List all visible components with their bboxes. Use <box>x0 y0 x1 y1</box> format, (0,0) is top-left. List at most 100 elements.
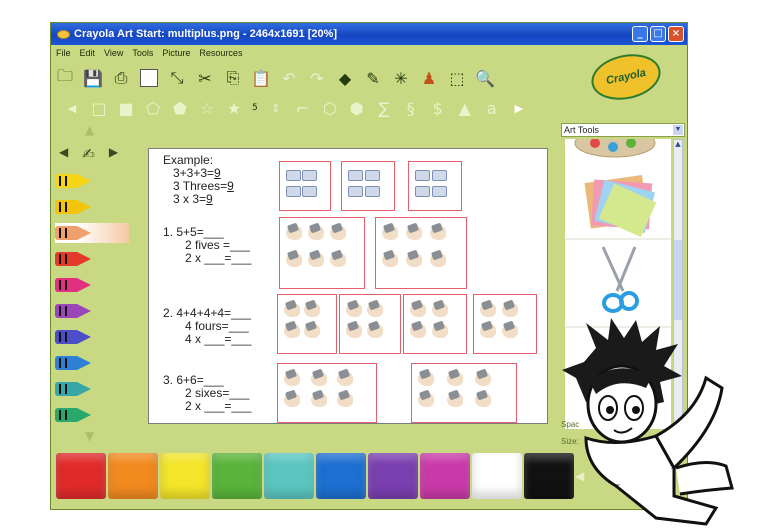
hand-mouse-clipart <box>430 253 446 267</box>
undo-icon[interactable]: ↶ <box>279 68 299 88</box>
question-1-block: 1. 5+5=___ 2 fives =___ 2 x ___=___ <box>163 226 251 265</box>
hand-mouse-clipart <box>304 303 320 317</box>
tool-next-icon[interactable]: ▶ <box>109 145 118 163</box>
example-answer-2: 9 <box>227 179 234 193</box>
palette-swatch-3[interactable] <box>160 453 210 499</box>
hand-mouse-clipart <box>432 324 448 338</box>
crayon-10[interactable] <box>55 405 129 425</box>
print-icon[interactable]: ⎙ <box>111 68 131 88</box>
tool-prev-icon[interactable]: ◀ <box>59 145 68 163</box>
minimize-button[interactable]: _ <box>632 26 648 42</box>
shapes-prev-icon[interactable]: ◀ <box>63 102 81 115</box>
picture-card <box>341 161 395 211</box>
save-icon[interactable]: 💾 <box>83 68 103 88</box>
star-filled-icon[interactable]: ★ <box>225 99 243 118</box>
redo-icon[interactable]: ↷ <box>307 68 327 88</box>
arrow-shape-icon[interactable]: ▲ <box>456 99 474 118</box>
palette-swatch-4[interactable] <box>212 453 262 499</box>
freeform-shape-icon[interactable]: ⌐ <box>294 99 312 118</box>
pencil-icon[interactable]: ✎ <box>363 68 383 88</box>
pentagon-filled-icon[interactable]: ⬟ <box>171 99 189 118</box>
palette-swatch-9[interactable] <box>472 453 522 499</box>
crayon-2[interactable] <box>55 197 129 217</box>
chevron-down-icon[interactable]: ▼ <box>673 125 683 135</box>
squiggle-filled-icon[interactable]: $ <box>429 99 447 118</box>
shapes-toolbar: ◀ □ ■ ⬠ ⬟ ☆ ★ 5 ⇕ ⌐ ⬡ ⬢ ∑ § $ ▲ a ▶ <box>63 97 528 119</box>
rectangle-outline-icon[interactable]: □ <box>90 99 108 118</box>
crayon-7[interactable] <box>55 327 129 347</box>
crayon-scroll-down-icon[interactable]: ▼ <box>85 429 94 443</box>
pentagon-outline-icon[interactable]: ⬠ <box>144 99 162 118</box>
computer-clipart <box>302 186 317 197</box>
crayon-9[interactable] <box>55 379 129 399</box>
crayon-1[interactable] <box>55 171 129 191</box>
marquee-icon[interactable]: ⬚ <box>447 68 467 88</box>
hand-mouse-clipart <box>367 324 383 338</box>
computer-clipart <box>348 170 363 181</box>
picture-card <box>279 217 365 289</box>
scroll-thumb[interactable] <box>674 240 682 320</box>
maximize-button[interactable]: □ <box>650 26 666 42</box>
zoom-icon[interactable]: 🔍 <box>475 68 495 88</box>
open-icon[interactable]: 🗀 <box>55 66 75 88</box>
menu-tools[interactable]: Tools <box>132 48 153 58</box>
blob-filled-icon[interactable]: ⬢ <box>348 99 366 118</box>
eraser-icon[interactable]: ◆ <box>335 68 355 88</box>
scissors-thumb[interactable] <box>601 246 639 313</box>
new-canvas-icon[interactable] <box>139 68 159 88</box>
menu-file[interactable]: File <box>56 48 71 58</box>
crayon-4[interactable] <box>55 249 129 269</box>
hand-mouse-clipart <box>502 324 518 338</box>
palette-swatch-2[interactable] <box>108 453 158 499</box>
menu-resources[interactable]: Resources <box>199 48 242 58</box>
copy-icon[interactable]: ⎘ <box>223 68 243 88</box>
paste-icon[interactable]: 📋 <box>251 68 271 88</box>
art-tools-dropdown[interactable]: Art Tools ▼ <box>561 123 685 137</box>
hand-mouse-clipart <box>410 324 426 338</box>
star-outline-icon[interactable]: ☆ <box>198 99 216 118</box>
select-icon[interactable]: ⤡ <box>167 68 187 88</box>
scroll-up-icon[interactable]: ▲ <box>674 140 682 148</box>
menu-picture[interactable]: Picture <box>162 48 190 58</box>
palette-art-thumb[interactable] <box>574 139 656 158</box>
hand-mouse-clipart <box>410 303 426 317</box>
hand-mouse-clipart <box>446 393 463 407</box>
picture-card <box>279 161 331 211</box>
crayon-6[interactable] <box>55 301 129 321</box>
crayon-8[interactable] <box>55 353 129 373</box>
hand-mouse-clipart <box>304 324 320 338</box>
stamp-icon[interactable]: ♟ <box>419 68 439 88</box>
crayola-app-icon <box>57 29 70 39</box>
hand-mouse-clipart <box>284 303 300 317</box>
hand-mouse-clipart <box>310 393 327 407</box>
palette-swatch-8[interactable] <box>420 453 470 499</box>
squiggle-alt-icon[interactable]: § <box>402 99 420 118</box>
blob-outline-icon[interactable]: ⬡ <box>321 99 339 118</box>
menu-view[interactable]: View <box>104 48 123 58</box>
rectangle-filled-icon[interactable]: ■ <box>117 99 135 118</box>
computer-clipart <box>286 186 301 197</box>
palette-swatch-7[interactable] <box>368 453 418 499</box>
paper-stack-thumb[interactable] <box>584 175 657 238</box>
palette-swatch-5[interactable] <box>264 453 314 499</box>
close-button[interactable]: × <box>668 26 684 42</box>
size-stepper-icon[interactable]: ⇕ <box>267 102 285 115</box>
hand-mouse-clipart <box>284 393 300 407</box>
marker-tool-icon[interactable]: ✍ <box>82 145 95 163</box>
squiggle-outline-icon[interactable]: ∑ <box>375 99 393 118</box>
crayon-5[interactable] <box>55 275 129 295</box>
hand-mouse-clipart <box>502 303 518 317</box>
text-shape-icon[interactable]: a <box>483 99 501 118</box>
menu-edit[interactable]: Edit <box>80 48 96 58</box>
hand-mouse-clipart <box>446 372 463 386</box>
cut-icon[interactable]: ✂ <box>195 68 215 88</box>
crayon-scroll-up-icon[interactable]: ▲ <box>85 123 94 137</box>
sparkle-icon[interactable]: ✳ <box>391 68 411 88</box>
palette-swatch-1[interactable] <box>56 453 106 499</box>
hand-mouse-clipart <box>310 372 327 386</box>
crayon-3[interactable] <box>55 223 129 243</box>
drawing-canvas[interactable]: Example: 3+3+3=9 3 Threes=9 3 x 3=9 1. 5… <box>148 148 548 424</box>
hand-mouse-clipart <box>286 226 302 240</box>
shapes-next-icon[interactable]: ▶ <box>510 102 528 115</box>
palette-swatch-6[interactable] <box>316 453 366 499</box>
